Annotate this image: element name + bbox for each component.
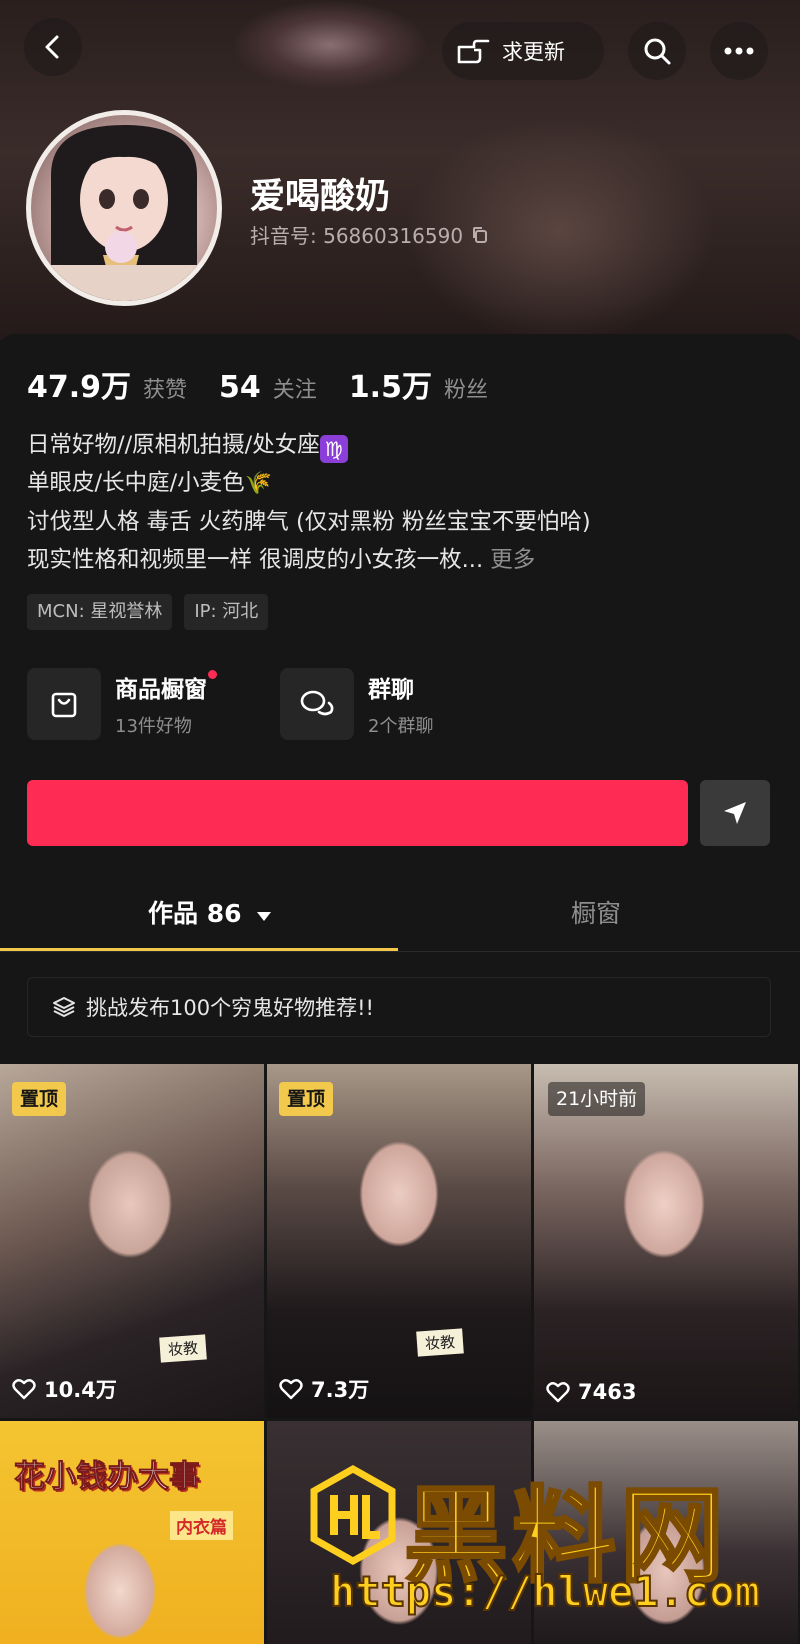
group-chat-title: 群聊 [368,677,414,703]
pinned-badge: 置顶 [279,1082,334,1116]
video-cover-image [534,1064,798,1418]
video-cover-image [0,1064,264,1418]
caption-sticker: 妆教 [416,1328,464,1357]
douyin-id-text: 抖音号: 56860316590 [250,224,464,248]
tag-row: MCN: 星视誉林 IP: 河北 [27,594,269,630]
request-update-button[interactable]: 求更新 [442,22,604,80]
heart-icon [279,1379,303,1400]
layers-icon [53,997,75,1018]
pinned-badge: 置顶 [12,1082,67,1116]
ip-location-tag: IP: 河北 [184,594,269,630]
video-cover-image [267,1064,531,1418]
more-options-button[interactable] [710,22,768,80]
video-thumbnail-3[interactable]: 21小时前 7463 [534,1064,798,1418]
likes-counter: 10.4万 [12,1374,117,1404]
bio-line-3: 讨伐型人格 毒舌 火药脾气 (仅对黑粉 粉丝宝宝不要怕哈) [27,509,591,535]
rice-emoji: 🌾 [244,471,273,496]
watermark: 黑料网 https://hlwe1.com [310,1445,780,1635]
likes-counter: 7463 [546,1380,636,1404]
tab-divider [0,951,800,952]
bio-line-1: 日常好物//原相机拍摄/处女座 [27,432,320,458]
product-showcase-title: 商品橱窗 [115,670,217,704]
chat-icon-box [280,668,354,740]
search-button[interactable] [628,22,686,80]
send-icon [724,802,746,824]
ellipsis-icon [724,47,754,55]
watermark-logo-icon [310,1465,396,1565]
heart-icon [12,1379,36,1400]
bio: 日常好物//原相机拍摄/处女座 ♍ 单眼皮/长中庭/小麦色🌾 讨伐型人格 毒舌 火… [27,426,591,579]
copy-icon[interactable] [471,226,489,244]
search-icon [644,38,671,65]
request-update-label: 求更新 [502,40,565,64]
following-label[interactable]: 关注 [273,372,317,404]
tab-works[interactable]: 作品 86 [148,894,272,930]
avatar[interactable] [26,110,222,306]
chevron-left-icon [45,35,59,59]
tab-showcase[interactable]: 橱窗 [571,894,621,930]
follow-button[interactable] [27,780,688,846]
bio-line-4: 现实性格和视频里一样 很调皮的小女孩一枚... [27,547,484,573]
challenge-banner[interactable]: 挑战发布100个穷鬼好物推荐!! [27,977,771,1037]
bio-line-2: 单眼皮/长中庭/小麦色 [27,470,245,496]
mcn-tag[interactable]: MCN: 星视誉林 [27,594,173,630]
caption-sticker: 妆教 [159,1334,207,1363]
douyin-id: 抖音号: 56860316590 [250,220,489,249]
challenge-text: 挑战发布100个穷鬼好物推荐!! [86,996,374,1020]
likes-label: 获赞 [143,378,188,403]
followers-label[interactable]: 粉丝 [444,372,488,404]
following-count[interactable]: 54 [219,370,261,405]
nickname: 爱喝酸奶 [250,177,391,217]
caret-down-icon [257,912,272,921]
virgo-emoji: ♍ [319,435,348,463]
likes-counter: 7.3万 [279,1374,369,1404]
bio-more-link[interactable]: 更多 [490,547,535,573]
product-showcase-sub: 13件好物 [115,716,192,737]
followers-count[interactable]: 1.5万 [349,362,432,406]
likes-count: 47.9万 [27,370,132,405]
video-thumbnail-1[interactable]: 置顶 妆教 10.4万 [0,1064,264,1418]
group-chat-sub: 2个群聊 [368,716,434,737]
video-thumbnail-4[interactable]: 花小钱办大事 内衣篇 [0,1421,264,1644]
share-button[interactable] [700,780,770,846]
back-button[interactable] [24,18,82,76]
product-showcase-entry[interactable]: 商品橱窗 13件好物 [27,668,217,740]
content-tabs: 作品 86 橱窗 [0,872,800,952]
shopping-bag-icon [51,692,77,718]
watermark-url: https://hlwe1.com [329,1566,761,1617]
avatar-illustration [51,125,197,301]
notification-dot [208,670,217,679]
shopping-bag-icon-box [27,668,101,740]
promo-subtitle: 内衣篇 [170,1511,233,1540]
promo-title: 花小钱办大事 [14,1459,201,1496]
group-chat-entry[interactable]: 群聊 2个群聊 [280,668,433,740]
heart-icon [546,1382,570,1403]
pointing-hand-icon [457,39,490,64]
stats-row: 47.9万 获赞 54 关注 1.5万 粉丝 [27,362,508,406]
chat-bubbles-icon [300,690,334,716]
posted-time-badge: 21小时前 [548,1082,646,1116]
video-thumbnail-2[interactable]: 置顶 妆教 7.3万 [267,1064,531,1418]
